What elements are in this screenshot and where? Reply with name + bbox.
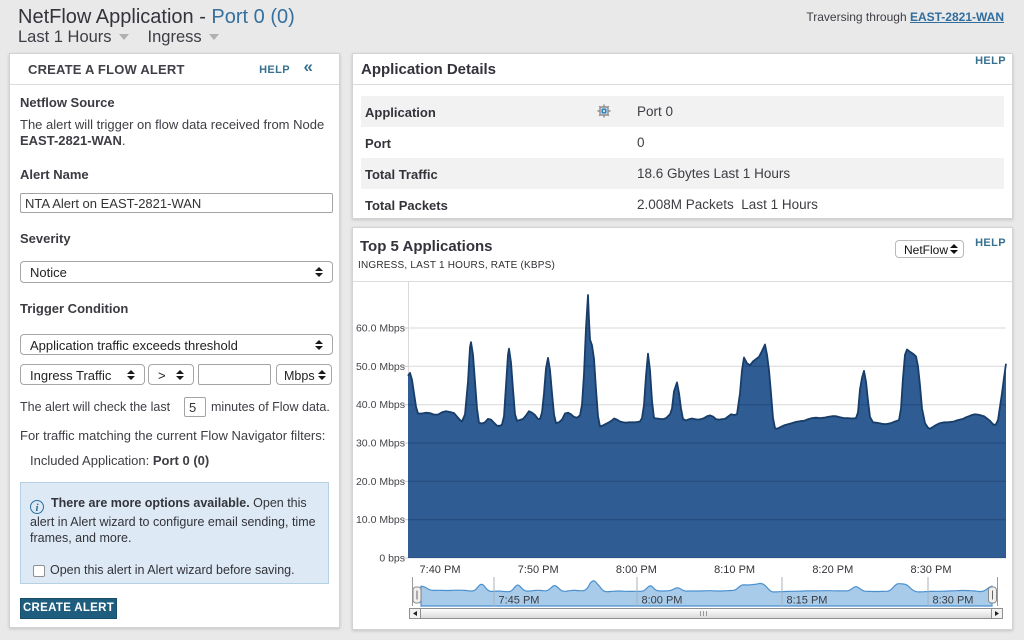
svg-text:40.0 Mbps: 40.0 Mbps [356, 399, 405, 411]
svg-text:20.0 Mbps: 20.0 Mbps [356, 476, 405, 488]
svg-text:8:00 PM: 8:00 PM [616, 564, 657, 576]
svg-text:8:20 PM: 8:20 PM [812, 564, 853, 576]
svg-text:7:40 PM: 7:40 PM [420, 564, 461, 576]
svg-text:60.0 Mbps: 60.0 Mbps [356, 323, 405, 335]
svg-text:8:15 PM: 8:15 PM [787, 595, 828, 607]
svg-text:8:30 PM: 8:30 PM [911, 564, 952, 576]
svg-text:10.0 Mbps: 10.0 Mbps [356, 514, 405, 526]
svg-text:8:00 PM: 8:00 PM [642, 595, 683, 607]
svg-text:50.0 Mbps: 50.0 Mbps [356, 361, 405, 373]
svg-text:8:30 PM: 8:30 PM [933, 595, 974, 607]
svg-text:0 bps: 0 bps [379, 553, 405, 565]
svg-text:30.0 Mbps: 30.0 Mbps [356, 438, 405, 450]
svg-text:7:50 PM: 7:50 PM [518, 564, 559, 576]
svg-text:7:45 PM: 7:45 PM [499, 595, 540, 607]
svg-text:8:10 PM: 8:10 PM [714, 564, 755, 576]
